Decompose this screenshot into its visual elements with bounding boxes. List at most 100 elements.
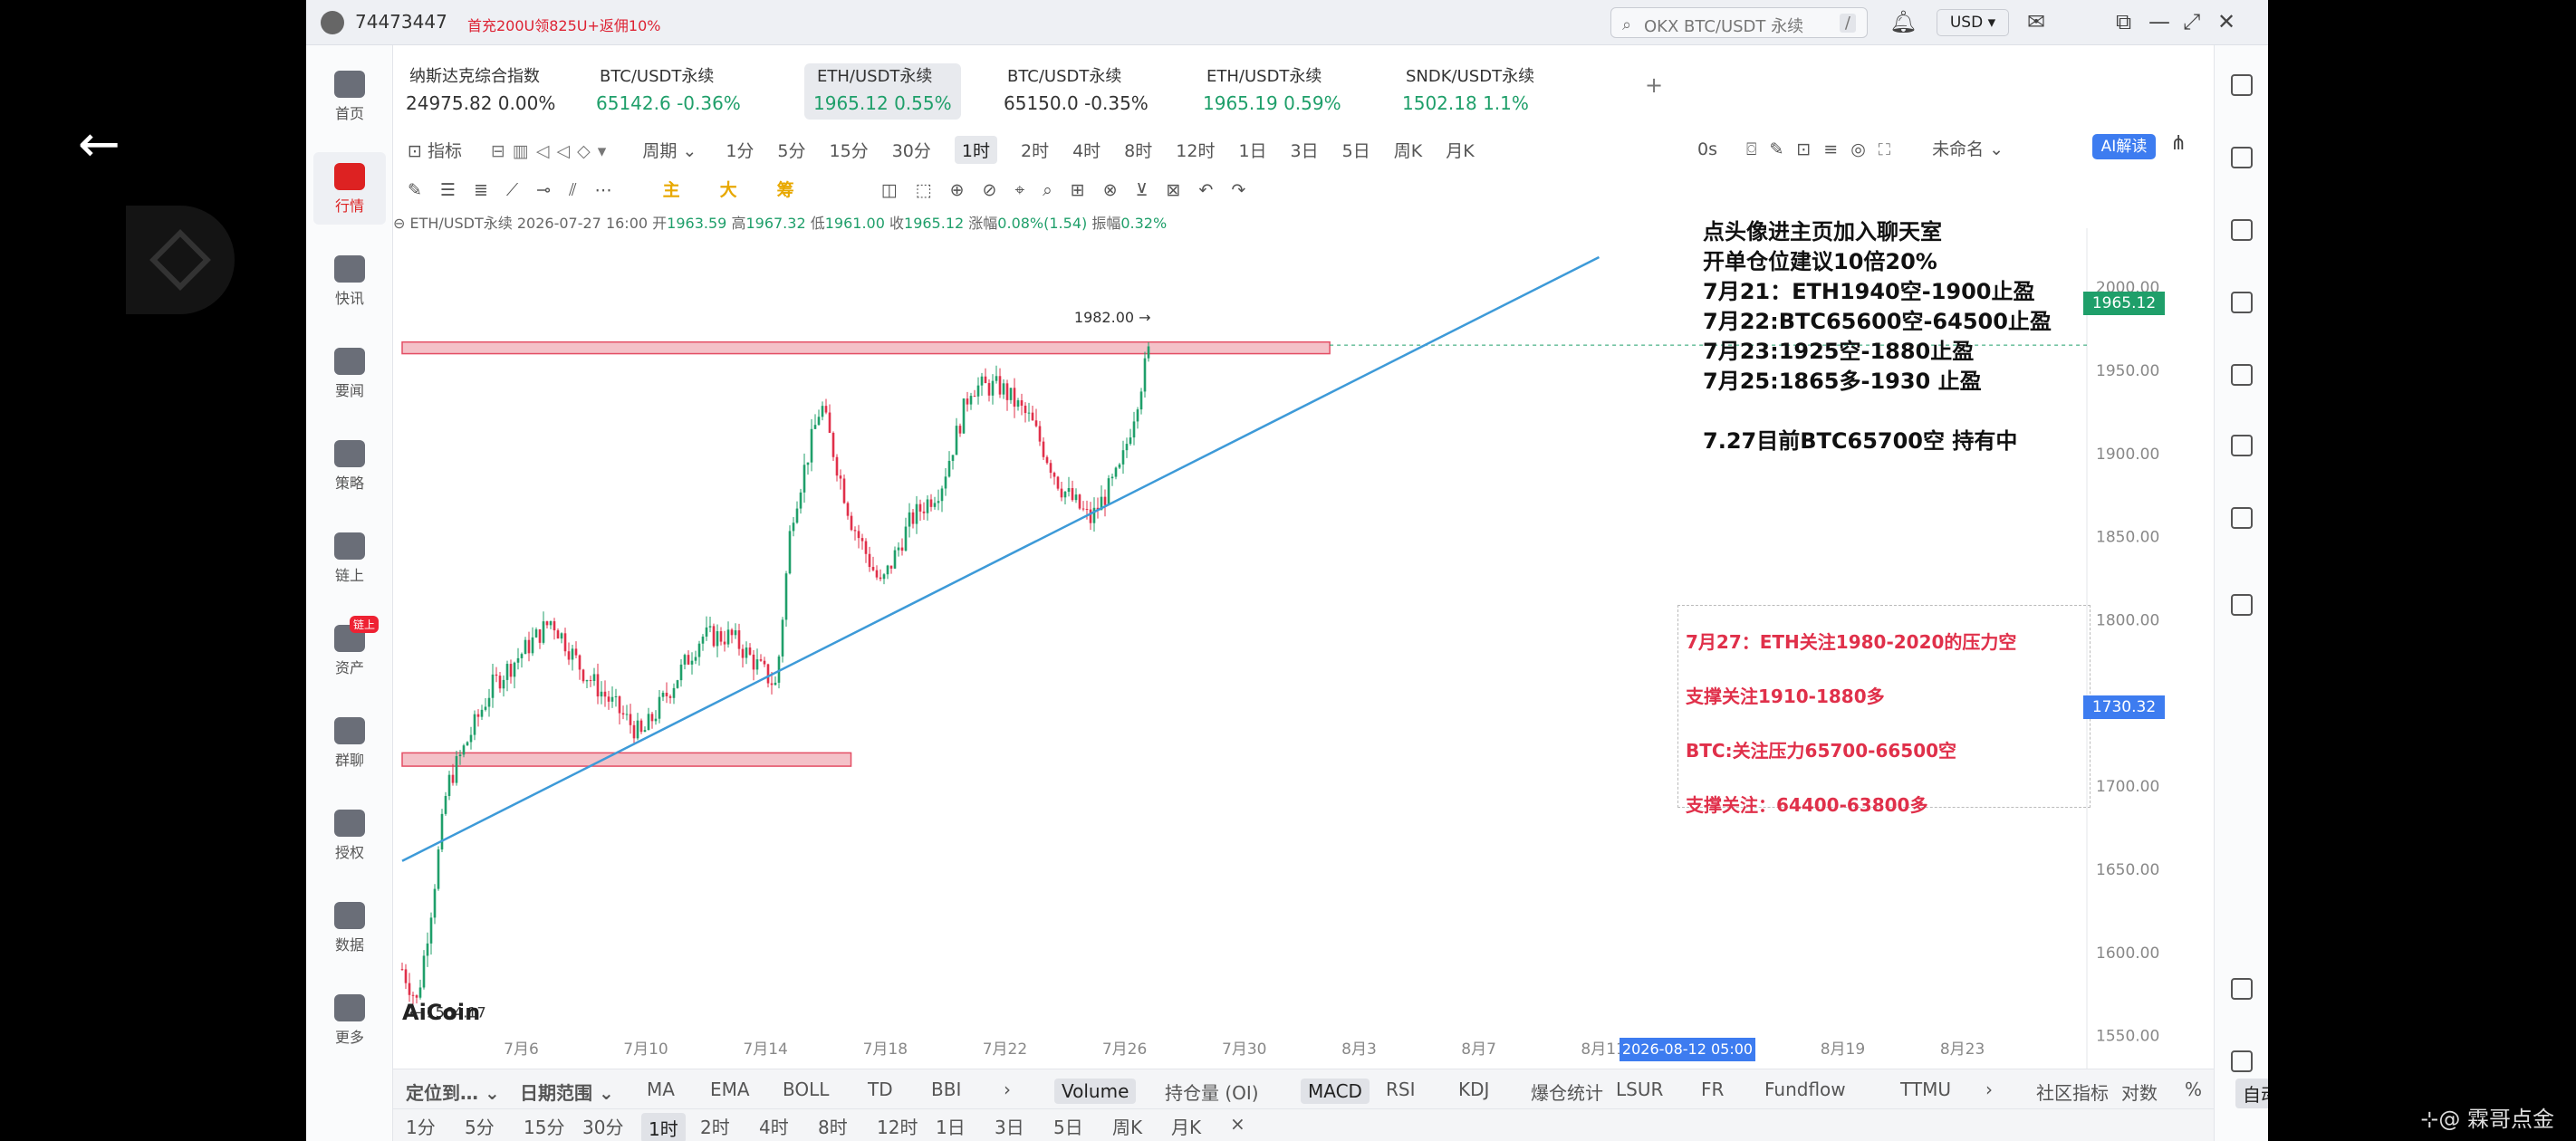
sidebar-item-3[interactable]: 要闻 bbox=[313, 337, 386, 409]
indicator-tab[interactable]: KDJ bbox=[1458, 1079, 1489, 1100]
indicator-tab[interactable]: 对数 bbox=[2121, 1079, 2158, 1105]
sidebar-item-1[interactable]: 行情 bbox=[313, 152, 386, 225]
sidebar-item-5[interactable]: 链上 bbox=[313, 522, 386, 594]
indicator-tab[interactable]: BOLL bbox=[783, 1079, 829, 1100]
bottom-interval-tab[interactable]: 1分 bbox=[406, 1113, 436, 1139]
indicator-tab[interactable]: 自动 bbox=[2235, 1079, 2268, 1108]
overlay-mode-tab[interactable]: 主 bbox=[663, 177, 707, 201]
bottom-interval-tab[interactable]: 12时 bbox=[877, 1113, 918, 1139]
currency-select[interactable]: USD ▾ bbox=[1937, 9, 2009, 36]
sidebar-item-8[interactable]: 授权 bbox=[313, 799, 386, 871]
bottom-interval-tab[interactable]: 周K bbox=[1112, 1113, 1142, 1139]
right-tool-icon[interactable] bbox=[2231, 978, 2253, 1000]
promo-link[interactable]: 首充200U领825U+返佣10% bbox=[467, 14, 660, 35]
mail-icon[interactable]: ✉ bbox=[2027, 9, 2045, 34]
interval-tab[interactable]: 1日 bbox=[1238, 138, 1266, 162]
interval-tab[interactable]: 5分 bbox=[777, 138, 805, 162]
sidebar-item-9[interactable]: 数据 bbox=[313, 891, 386, 964]
sidebar-item-2[interactable]: 快讯 bbox=[313, 244, 386, 317]
bottom-interval-tab[interactable]: × bbox=[1230, 1113, 1245, 1135]
overlay-mode-tab[interactable]: 大 bbox=[720, 177, 764, 201]
drawing-tool-icons[interactable]: ✎☰≣⟋⊸⫽⋯ bbox=[408, 180, 630, 200]
right-tool-icon[interactable] bbox=[2231, 147, 2253, 168]
bottom-interval-tab[interactable]: 1时 bbox=[641, 1113, 686, 1141]
overlay-mode-tab[interactable]: 筹 bbox=[777, 177, 822, 201]
indicator-tab[interactable]: LSUR bbox=[1616, 1079, 1663, 1100]
interval-tab[interactable]: 月K bbox=[1446, 138, 1474, 162]
right-tool-icon[interactable] bbox=[2231, 364, 2253, 386]
locate-button[interactable]: 定位到… ⌄ bbox=[406, 1079, 500, 1105]
indicator-tab[interactable]: TD bbox=[868, 1079, 893, 1100]
right-tool-icon[interactable] bbox=[2231, 292, 2253, 313]
sidebar-item-4[interactable]: 策略 bbox=[313, 429, 386, 502]
indicator-tab[interactable]: 社区指标 bbox=[2036, 1079, 2109, 1105]
right-tool-icon[interactable] bbox=[2231, 219, 2253, 241]
interval-tab[interactable]: 12时 bbox=[1176, 138, 1215, 162]
right-tool-icon[interactable] bbox=[2231, 507, 2253, 529]
bottom-interval-tab[interactable]: 3日 bbox=[995, 1113, 1024, 1139]
sidebar-item-10[interactable]: 更多 bbox=[313, 983, 386, 1056]
detach-icon[interactable]: ⧉ bbox=[2116, 9, 2131, 34]
right-tool-icon[interactable] bbox=[2231, 594, 2253, 616]
sidebar-item-7[interactable]: 群聊 bbox=[313, 706, 386, 779]
bottom-interval-tab[interactable]: 8时 bbox=[818, 1113, 848, 1139]
indicator-tab[interactable]: › bbox=[1004, 1079, 1011, 1100]
sidebar-item-0[interactable]: 首页 bbox=[313, 60, 386, 132]
interval-tab[interactable]: 周K bbox=[1394, 138, 1422, 162]
ticker-tab[interactable]: ETH/USDT永续 1965.12 0.55% bbox=[804, 63, 961, 120]
indicator-tab[interactable]: 持仓量 (OI) bbox=[1165, 1079, 1259, 1105]
indicator-tab[interactable]: Volume bbox=[1054, 1079, 1137, 1104]
indicator-tab[interactable]: RSI bbox=[1386, 1079, 1416, 1100]
layout-name[interactable]: 未命名 ⌄ bbox=[1932, 136, 2004, 160]
ticker-tab[interactable]: SNDK/USDT永续 1502.18 1.1% bbox=[1402, 63, 1534, 120]
bottom-interval-tab[interactable]: 1日 bbox=[936, 1113, 966, 1139]
bottom-interval-tab[interactable]: 4时 bbox=[759, 1113, 789, 1139]
right-tool-icon[interactable] bbox=[2231, 1050, 2253, 1072]
indicator-tab[interactable]: % bbox=[2185, 1079, 2202, 1100]
indicator-tab[interactable]: FR bbox=[1701, 1079, 1724, 1100]
bell-icon[interactable]: 🔔︎ bbox=[1889, 9, 1917, 34]
date-range-button[interactable]: 日期范围 ⌄ bbox=[520, 1079, 614, 1105]
maximize-icon[interactable]: ⤢ bbox=[2183, 9, 2200, 34]
right-tool-icon[interactable] bbox=[2231, 435, 2253, 456]
interval-tab[interactable]: 3日 bbox=[1291, 138, 1319, 162]
indicators-button[interactable]: ⊡ 指标 bbox=[408, 138, 462, 162]
interval-tab[interactable]: 30分 bbox=[892, 138, 931, 162]
interval-tab[interactable]: 5日 bbox=[1342, 138, 1370, 162]
bottom-interval-tab[interactable]: 5分 bbox=[465, 1113, 495, 1139]
bottom-interval-tab[interactable]: 月K bbox=[1171, 1113, 1201, 1139]
ticker-tab[interactable]: 纳斯达克综合指数 24975.82 0.00% bbox=[406, 63, 555, 120]
minimize-icon[interactable]: — bbox=[2148, 9, 2170, 34]
indicator-tab[interactable]: MACD bbox=[1301, 1079, 1370, 1104]
right-tool-icon[interactable] bbox=[2231, 74, 2253, 96]
more-tool-icons[interactable]: ◫⬚⊕⊘⌖⌕⊞⊗⊻⊠↶↷ bbox=[881, 180, 1264, 200]
bottom-interval-tab[interactable]: 15分 bbox=[524, 1113, 564, 1139]
search-input[interactable]: ⌕ OKX BTC/USDT 永续 / bbox=[1610, 7, 1868, 38]
sidebar-item-6[interactable]: 资产 链上 bbox=[313, 614, 386, 686]
interval-tab[interactable]: 4时 bbox=[1072, 138, 1101, 162]
avatar[interactable] bbox=[321, 11, 344, 34]
share-icon[interactable]: ⋔ bbox=[2170, 132, 2187, 155]
ticker-tab[interactable]: ETH/USDT永续 1965.19 0.59% bbox=[1203, 63, 1341, 120]
layout-icons[interactable]: ⊟▥◁◁◇▾ bbox=[491, 141, 613, 161]
indicator-tab[interactable]: MA bbox=[647, 1079, 675, 1100]
indicator-tab[interactable]: 爆仓统计 bbox=[1531, 1079, 1603, 1105]
back-arrow-icon[interactable]: ← bbox=[78, 120, 132, 170]
interval-tab[interactable]: 1分 bbox=[726, 138, 754, 162]
bottom-interval-tab[interactable]: 2时 bbox=[700, 1113, 730, 1139]
interval-tab[interactable]: 2时 bbox=[1021, 138, 1049, 162]
indicator-tab[interactable]: BBI bbox=[931, 1079, 961, 1100]
interval-tab[interactable]: 8时 bbox=[1124, 138, 1152, 162]
indicator-tab[interactable]: › bbox=[1985, 1079, 1993, 1100]
interval-tab[interactable]: 1时 bbox=[954, 136, 997, 164]
tool-icons[interactable]: ⌼✎⊡≡◎⛶ bbox=[1746, 139, 1903, 159]
add-ticker-button[interactable]: + bbox=[1645, 72, 1663, 129]
ticker-tab[interactable]: BTC/USDT永续 65150.0 -0.35% bbox=[1004, 63, 1149, 120]
period-button[interactable]: 周期 ⌄ bbox=[642, 138, 697, 162]
close-icon[interactable]: ✕ bbox=[2217, 9, 2235, 34]
bottom-interval-tab[interactable]: 5日 bbox=[1053, 1113, 1083, 1139]
indicator-tab[interactable]: Fundflow bbox=[1764, 1079, 1846, 1100]
ticker-tab[interactable]: BTC/USDT永续 65142.6 -0.36% bbox=[596, 63, 741, 120]
indicator-tab[interactable]: TTMU bbox=[1900, 1079, 1951, 1100]
indicator-tab[interactable]: EMA bbox=[710, 1079, 750, 1100]
